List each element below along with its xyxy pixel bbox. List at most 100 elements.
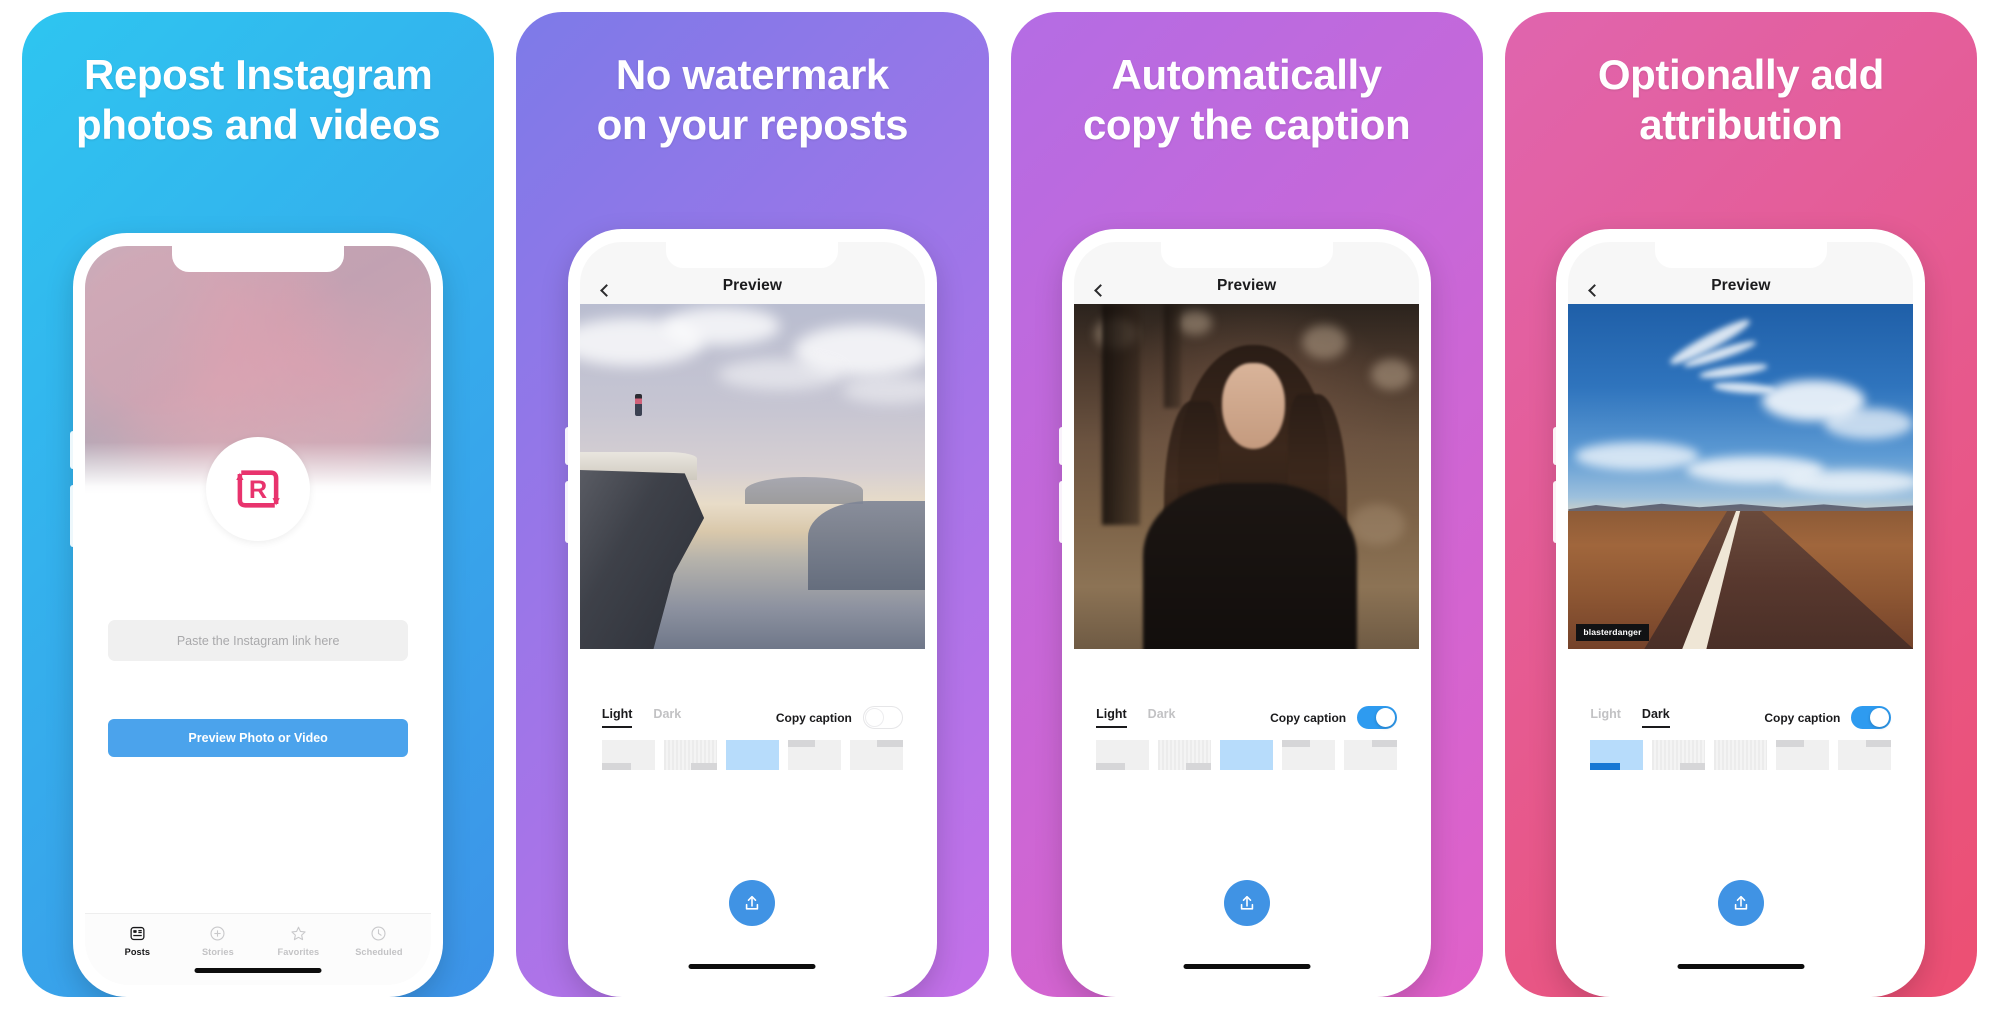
- back-button[interactable]: [598, 284, 613, 297]
- home-indicator: [688, 964, 816, 969]
- notch: [666, 242, 839, 268]
- panel-heading: No watermark on your reposts: [596, 51, 909, 148]
- controls-row: Light Dark Copy caption: [1590, 706, 1892, 729]
- copy-caption-group: Copy caption: [1270, 706, 1398, 729]
- theme-tabs: Light Dark: [1096, 707, 1175, 728]
- theme-tab-light[interactable]: Light: [601, 707, 633, 728]
- style-thumb[interactable]: [663, 740, 717, 770]
- hero-backdrop: R: [85, 246, 432, 541]
- preview-photo: [579, 304, 925, 649]
- preview-photo-or-video-button[interactable]: Preview Photo or Video: [108, 719, 409, 757]
- panel-heading: Repost Instagram photos and videos: [76, 51, 441, 148]
- notch: [1160, 242, 1333, 268]
- chevron-left-icon: [600, 284, 613, 297]
- tab-bar: Posts Stories Favorites Scheduled: [85, 913, 432, 985]
- style-thumb[interactable]: [1776, 740, 1830, 770]
- share-upload-icon: [746, 895, 759, 910]
- tab-stories[interactable]: Stories: [178, 925, 259, 957]
- style-thumb[interactable]: [1838, 740, 1892, 770]
- style-thumb[interactable]: [1714, 740, 1768, 770]
- phone-screen: Posts R Paste the I: [85, 246, 432, 985]
- toggle-knob: [1376, 708, 1396, 727]
- theme-tab-dark[interactable]: Dark: [653, 707, 681, 728]
- repost-logo-icon: R: [236, 470, 280, 508]
- preview-controls: Light Dark Copy caption: [1074, 649, 1419, 981]
- copy-caption-label: Copy caption: [1764, 710, 1841, 725]
- theme-tab-light[interactable]: Light: [1590, 707, 1621, 728]
- tab-label: Scheduled: [355, 947, 403, 957]
- controls-row: Light Dark Copy caption: [601, 706, 903, 729]
- phone-screen: Preview Light Dark Copy caption: [1074, 242, 1420, 981]
- plus-circle-icon: [210, 926, 225, 941]
- star-icon: [291, 926, 306, 941]
- instagram-link-input[interactable]: Paste the Instagram link here: [108, 620, 409, 661]
- panel-heading: Automatically copy the caption: [1082, 51, 1411, 148]
- notch: [1654, 242, 1827, 268]
- tab-label: Favorites: [277, 947, 320, 957]
- style-thumb[interactable]: [1652, 740, 1706, 770]
- preview-photo: blasterdanger: [1568, 304, 1914, 649]
- page-title: Preview: [722, 277, 783, 294]
- phone-frame: Posts R Paste the I: [70, 233, 444, 997]
- style-thumb-selected[interactable]: [725, 740, 779, 770]
- attribution-style-thumbnails: [1096, 740, 1398, 770]
- panel-no-watermark: No watermark on your reposts Preview Lig…: [516, 12, 989, 997]
- theme-tab-dark[interactable]: Dark: [1641, 707, 1670, 728]
- share-row: [1096, 880, 1397, 926]
- attribution-badge: blasterdanger: [1576, 624, 1649, 641]
- phone-screen: Preview blasterdanger Light Dark Copy ca…: [1568, 242, 1914, 981]
- style-thumb[interactable]: [849, 740, 903, 770]
- copy-caption-group: Copy caption: [1764, 706, 1892, 729]
- copy-caption-toggle[interactable]: [1357, 706, 1398, 729]
- style-thumb[interactable]: [787, 740, 841, 770]
- phone-frame: Preview Light Dark Copy caption: [564, 229, 937, 997]
- notch: [172, 246, 345, 272]
- copy-caption-toggle[interactable]: [1851, 706, 1892, 729]
- controls-row: Light Dark Copy caption: [1096, 706, 1398, 729]
- share-row: [602, 880, 903, 926]
- style-thumb-selected[interactable]: [1590, 740, 1644, 770]
- tab-label: Posts: [124, 947, 151, 957]
- attribution-style-thumbnails: [1590, 740, 1892, 770]
- style-thumb[interactable]: [1282, 740, 1336, 770]
- tab-favorites[interactable]: Favorites: [258, 925, 339, 957]
- preview-controls: Light Dark Copy caption: [580, 649, 925, 981]
- back-button[interactable]: [1586, 284, 1602, 297]
- toggle-knob: [1870, 708, 1890, 727]
- style-thumb[interactable]: [601, 740, 655, 770]
- back-button[interactable]: [1092, 284, 1107, 297]
- panel-repost: Repost Instagram photos and videos Posts: [22, 12, 495, 997]
- tab-scheduled[interactable]: Scheduled: [339, 925, 420, 957]
- share-button[interactable]: [729, 880, 776, 926]
- style-thumb[interactable]: [1096, 740, 1150, 770]
- copy-caption-toggle[interactable]: [862, 706, 903, 729]
- copy-caption-label: Copy caption: [1270, 710, 1347, 725]
- copy-caption-group: Copy caption: [776, 706, 903, 729]
- share-upload-icon: [1240, 895, 1253, 910]
- style-thumb[interactable]: [1158, 740, 1212, 770]
- tab-label: Stories: [201, 947, 234, 957]
- posts-icon: [130, 926, 145, 941]
- theme-tab-dark[interactable]: Dark: [1148, 707, 1176, 728]
- panel-heading: Optionally add attribution: [1597, 51, 1884, 148]
- page-title: Preview: [1216, 277, 1277, 294]
- phone-frame: Preview blasterdanger Light Dark Copy ca…: [1553, 229, 1926, 997]
- share-button[interactable]: [1223, 880, 1270, 926]
- theme-tab-light[interactable]: Light: [1096, 707, 1127, 728]
- theme-tabs: Light Dark: [1590, 707, 1670, 728]
- tab-posts[interactable]: Posts: [97, 925, 178, 957]
- style-thumb-selected[interactable]: [1220, 740, 1274, 770]
- panel-copy-caption: Automatically copy the caption Preview L…: [1010, 12, 1483, 997]
- preview-photo: [1074, 304, 1420, 649]
- copy-caption-label: Copy caption: [775, 710, 852, 725]
- svg-text:R: R: [249, 476, 267, 504]
- panel-attribution: Optionally add attribution Preview blast…: [1504, 12, 1977, 997]
- preview-controls: Light Dark Copy caption: [1568, 649, 1913, 981]
- page-title: Preview: [1711, 277, 1771, 294]
- app-store-screenshot-gallery: Repost Instagram photos and videos Posts: [0, 0, 1999, 1009]
- share-upload-icon: [1734, 895, 1748, 910]
- clock-icon: [371, 926, 386, 941]
- style-thumb[interactable]: [1344, 740, 1398, 770]
- attribution-style-thumbnails: [601, 740, 903, 770]
- share-button[interactable]: [1717, 880, 1764, 926]
